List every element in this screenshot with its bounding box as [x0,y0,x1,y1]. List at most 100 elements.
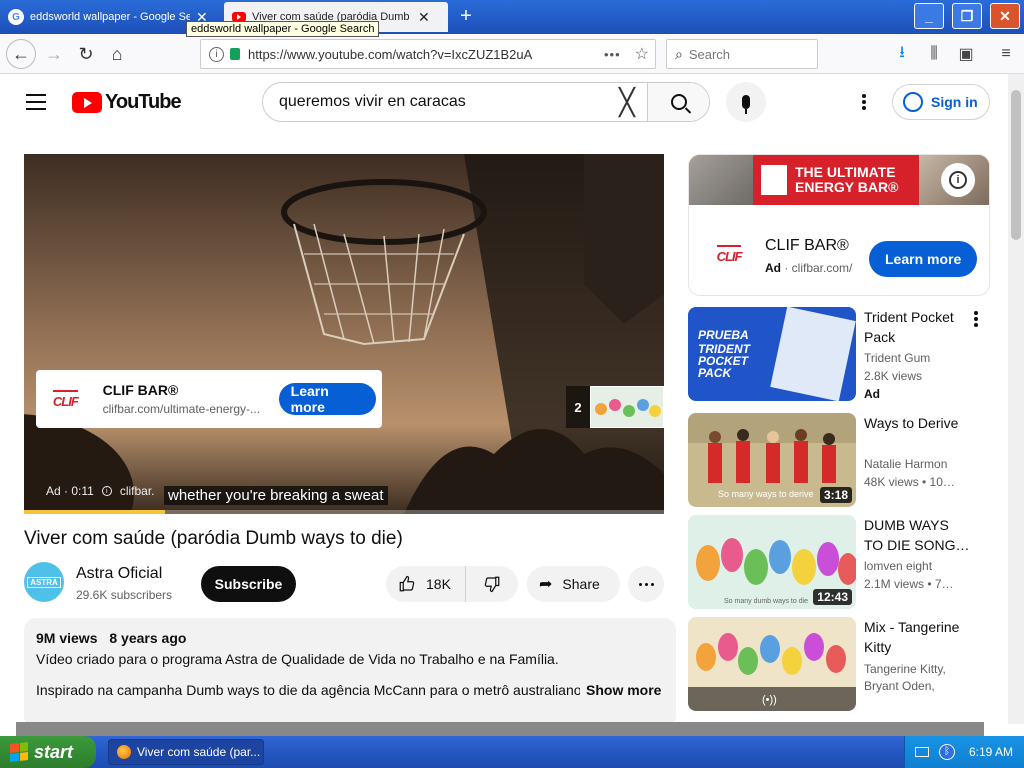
microphone-icon [742,95,750,114]
browser-search-input[interactable]: ⌕ Search [666,39,818,69]
show-more-button[interactable]: Show more [586,682,661,698]
youtube-play-icon [72,92,102,113]
video-thumbnail[interactable]: PRUEBA TRIDENT POCKET PACK [688,307,856,401]
page-actions-icon[interactable]: ••• [604,47,621,62]
tangerine-kitty-mix-thumbnail: (•)) [688,617,856,711]
ad-domain[interactable]: clifbar. [120,484,155,498]
thumbs-down-icon [484,576,500,593]
sign-in-button[interactable]: Sign in [892,84,990,120]
learn-more-button[interactable]: Learn more [869,241,978,277]
start-button[interactable]: start [0,736,96,768]
video-thumbnail[interactable]: So many dumb ways to die 12:43 [688,515,856,609]
ad-progress-bar [24,510,664,514]
ad-brand-name[interactable]: CLIF BAR® [765,237,849,255]
close-window-button[interactable]: ✕ [990,3,1020,29]
video-frame [24,154,664,514]
maximize-button[interactable]: ❐ [952,3,982,29]
learn-more-button[interactable]: Learn more [278,383,376,415]
recommendation-meta: 48K views • 10… [864,475,955,489]
recommendation-item[interactable]: So many ways to derive 3:18 Ways to Deri… [688,413,990,507]
dumb-ways-characters-thumbnail [591,387,663,427]
overlay-ad-domain[interactable]: clifbar.com/ultimate-energy-... [103,402,279,416]
recommendation-item[interactable]: (•)) Mix - Tangerine Kitty Tangerine Kit… [688,617,990,711]
address-bar[interactable]: i https://www.youtube.com/watch?v=IxcZUZ… [200,39,656,69]
scrollbar-thumb[interactable] [1011,90,1021,240]
video-player[interactable]: CLIF CLIF BAR® clifbar.com/ultimate-ener… [24,154,664,514]
horizontal-scrollbar[interactable] [16,722,984,736]
taskbar-window-label: Viver com saúde (par... [137,745,261,759]
new-tab-button[interactable]: + [454,4,478,28]
firefox-icon [117,745,131,759]
more-actions-button[interactable] [628,566,664,602]
hamburger-menu-icon[interactable]: ≡ [994,42,1018,66]
description-text: Inspirado na campanha Dumb ways to die d… [36,682,580,698]
clif-logo-text: CLIF [52,389,79,409]
clear-search-icon[interactable]: ╳ [607,87,647,118]
recommendation-title[interactable]: Trident Pocket Pack [864,307,970,347]
video-thumbnail[interactable]: (•)) [688,617,856,711]
recommendation-channel: lomven eight [864,559,933,573]
dislike-button[interactable] [466,575,518,593]
more-options-icon[interactable] [974,311,978,327]
ad-sponsor-line: Ad · clifbar.com/ [765,261,853,275]
svg-text:PRUEBA: PRUEBA [698,328,749,342]
next-video-thumbnail[interactable] [590,386,664,428]
recommendation-item[interactable]: PRUEBA TRIDENT POCKET PACK Trident Pocke… [688,307,990,401]
recommendation-title[interactable]: Ways to Derive [864,413,970,453]
ad-info-icon[interactable]: i [101,486,112,496]
video-thumbnail[interactable]: So many ways to derive 3:18 [688,413,856,507]
ad-info-button[interactable]: i [941,163,975,197]
taskbar-window-button[interactable]: Viver com saúde (par... [108,739,264,765]
recommendation-item[interactable]: So many dumb ways to die 12:43 DUMB WAYS… [688,515,990,609]
clock[interactable]: 6:19 AM [969,745,1013,759]
ad-banner-image[interactable]: THE ULTIMATE ENERGY BAR® i [689,155,989,205]
recommendation-title[interactable]: Mix - Tangerine Kitty [864,617,970,657]
sidebar-toggle-icon[interactable]: ▣ [954,42,978,66]
guide-menu-icon[interactable] [26,94,46,110]
sidebar-ad-card[interactable]: THE ULTIMATE ENERGY BAR® i CLIF CLIF BAR… [688,154,990,296]
share-label: Share [562,576,600,592]
back-button[interactable]: ← [6,39,36,69]
ad-queue-preview[interactable]: 2 [566,386,664,428]
library-icon[interactable]: ⫼ [922,42,946,66]
channel-avatar-text: ASTRA [27,576,61,588]
forward-button[interactable]: → [40,40,68,68]
download-icon[interactable]: ⭳ [890,42,914,66]
youtube-search-box[interactable]: queremos vivir en caracas ╳ [262,82,710,122]
player-overlay-ad[interactable]: CLIF CLIF BAR® clifbar.com/ultimate-ener… [36,370,382,428]
start-label: start [34,741,74,762]
channel-name[interactable]: Astra Oficial [76,565,162,583]
subscriber-count: 29.6K subscribers [76,588,173,602]
ad-card-body: CLIF CLIF BAR® Ad · clifbar.com/ Learn m… [689,207,989,295]
home-button[interactable]: ⌂ [103,40,131,68]
thumbs-up-icon [399,575,415,592]
youtube-logo[interactable]: YouTube [72,91,182,114]
video-description[interactable]: 9M views 8 years ago Vídeo criado para o… [24,618,676,728]
url-text[interactable]: https://www.youtube.com/watch?v=IxcZUZ1B… [248,47,604,62]
like-button[interactable]: 18K [386,566,466,602]
recommendation-channel: Tangerine Kitty, Bryant Oden, PSY… [864,662,946,693]
channel-avatar[interactable]: ASTRA [24,562,64,602]
ad-domain: clifbar.com/ [791,261,853,275]
search-input[interactable]: queremos vivir en caracas [263,93,607,111]
queue-count: 2 [566,386,590,428]
windows-flag-icon [10,742,28,762]
screen: G eddsworld wallpaper - Google Search ✕ … [0,0,1024,768]
bookmark-star-icon[interactable]: ☆ [635,44,649,64]
search-button[interactable] [647,83,709,121]
minimize-button[interactable]: _ [914,3,944,29]
voice-search-button[interactable] [726,82,766,122]
lock-icon[interactable] [230,48,240,60]
share-button[interactable]: ➦ Share [527,566,620,602]
bluetooth-icon[interactable]: ᛒ [939,744,955,760]
close-tab-icon[interactable]: ✕ [418,9,430,26]
page-scrollbar[interactable] [1008,74,1024,724]
reload-button[interactable]: ↻ [72,40,100,68]
keyboard-icon[interactable] [915,747,929,757]
ad-tag: Ad [765,261,781,275]
subscribe-button[interactable]: Subscribe [201,566,296,602]
site-info-icon[interactable]: i [209,46,224,62]
trident-thumbnail: PRUEBA TRIDENT POCKET PACK [688,307,856,401]
recommendation-title[interactable]: DUMB WAYS TO DIE SONG… [864,515,970,555]
settings-kebab-icon[interactable] [856,92,872,112]
